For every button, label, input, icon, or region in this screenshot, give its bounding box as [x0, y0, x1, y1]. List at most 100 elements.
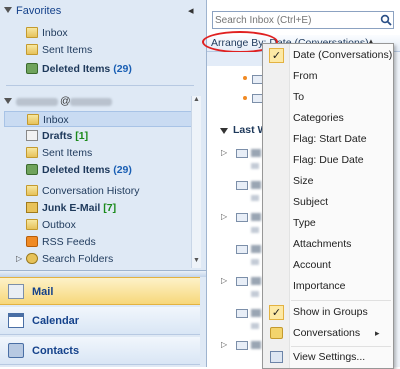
folder-item-search-folders[interactable]: ▷ Search Folders	[4, 251, 200, 267]
view-settings-icon	[270, 351, 283, 363]
menu-item-subject[interactable]: Subject	[263, 192, 393, 213]
scroll-up-arrow[interactable]: ▲	[193, 96, 200, 103]
item-count: [1]	[75, 130, 89, 142]
nav-button-label: Contacts	[32, 345, 80, 357]
sender-blurred	[251, 341, 261, 349]
message-envelope-icon	[236, 245, 248, 254]
folder-item-drafts[interactable]: Drafts [1]	[4, 128, 200, 144]
account-name-blurred	[16, 98, 58, 106]
menu-item-type[interactable]: Type	[263, 213, 393, 234]
collapse-group-icon[interactable]	[220, 128, 228, 134]
menu-item-attachments[interactable]: Attachments	[263, 234, 393, 255]
list-row[interactable]	[207, 52, 267, 66]
folder-icon	[26, 185, 38, 196]
menu-separator	[291, 300, 391, 301]
menu-item-date-conversations[interactable]: ✓ Date (Conversations)	[263, 45, 393, 66]
list-item[interactable]	[207, 178, 267, 208]
list-item[interactable]	[207, 306, 267, 336]
folder-icon	[26, 219, 38, 230]
menu-item-categories[interactable]: Categories	[263, 108, 393, 129]
message-envelope-icon	[236, 181, 248, 190]
menu-item-label: Type	[293, 217, 316, 229]
sender-blurred	[251, 149, 261, 157]
account-collapse-triangle[interactable]	[4, 98, 12, 104]
folder-item-outbox[interactable]: Outbox	[4, 217, 200, 233]
rss-icon	[26, 236, 38, 247]
menu-item-label: View Settings...	[293, 351, 366, 363]
menu-item-label: Size	[293, 175, 314, 187]
search-icon[interactable]	[380, 14, 392, 26]
menu-item-view-settings[interactable]: View Settings...	[263, 347, 393, 368]
unread-count: (29)	[113, 63, 132, 75]
sender-blurred	[251, 245, 261, 253]
favorites-item-deleted-items[interactable]: Deleted Items (29)	[4, 61, 200, 77]
nav-button-label: Calendar	[32, 315, 80, 327]
menu-item-account[interactable]: Account	[263, 255, 393, 276]
list-item[interactable]	[207, 242, 267, 272]
account-header[interactable]: @	[0, 94, 206, 110]
search-box[interactable]	[212, 11, 394, 29]
mail-icon	[8, 284, 24, 299]
menu-item-label: Importance	[293, 280, 346, 292]
expand-arrow-icon[interactable]: ▷	[221, 340, 227, 349]
nav-button-calendar[interactable]: Calendar	[0, 307, 200, 335]
expand-arrow-icon[interactable]: ▷	[221, 276, 227, 285]
favorites-header[interactable]: Favorites ◂	[0, 4, 206, 20]
menu-item-from[interactable]: From	[263, 66, 393, 87]
subject-blurred	[251, 227, 259, 233]
folder-item-sent-items[interactable]: Sent Items	[4, 145, 200, 161]
trash-icon	[26, 63, 38, 74]
folder-item-conversation-history[interactable]: Conversation History	[4, 183, 200, 199]
list-item[interactable]: ▷	[207, 146, 267, 176]
nav-button-mail[interactable]: Mail	[0, 277, 200, 305]
list-item[interactable]: ▷	[207, 210, 267, 240]
folder-item-junk-email[interactable]: Junk E-Mail [7]	[4, 200, 200, 216]
menu-item-label: Show in Groups	[293, 306, 368, 318]
menu-item-flag-due-date[interactable]: Flag: Due Date	[263, 150, 393, 171]
menu-item-label: Flag: Start Date	[293, 133, 367, 145]
checked-icon: ✓	[269, 48, 284, 63]
menu-item-flag-start-date[interactable]: Flag: Start Date	[263, 129, 393, 150]
favorites-title: Favorites	[16, 5, 62, 17]
message-envelope-icon	[236, 277, 248, 286]
scroll-down-arrow[interactable]: ▼	[193, 257, 200, 264]
expand-arrow-icon[interactable]: ▷	[221, 148, 227, 157]
folder-item-label: Junk E-Mail	[42, 202, 101, 214]
favorites-item-label: Inbox	[42, 27, 68, 39]
folder-item-deleted-items[interactable]: Deleted Items (29)	[4, 162, 200, 178]
message-envelope-icon	[236, 309, 248, 318]
favorites-item-sent-items[interactable]: Sent Items	[4, 42, 200, 58]
pane-splitter[interactable]	[0, 270, 206, 277]
list-item[interactable]: ▷	[207, 338, 267, 366]
folder-pane-scrollbar[interactable]: ▲ ▼	[191, 96, 201, 268]
menu-item-label: Conversations	[293, 327, 361, 339]
folder-item-inbox[interactable]: Inbox	[4, 111, 200, 127]
checked-icon: ✓	[269, 305, 284, 320]
contacts-icon	[8, 343, 24, 358]
folder-item-rss-feeds[interactable]: RSS Feeds	[4, 234, 200, 250]
expand-arrow-icon[interactable]: ▷	[221, 212, 227, 221]
section-divider	[6, 85, 194, 86]
menu-item-to[interactable]: To	[263, 87, 393, 108]
menu-item-label: Account	[293, 259, 331, 271]
menu-item-show-in-groups[interactable]: ✓ Show in Groups	[263, 302, 393, 323]
calendar-icon	[8, 313, 24, 328]
favorites-item-inbox[interactable]: Inbox	[4, 25, 200, 41]
collapse-pane-icon[interactable]: ◂	[188, 4, 194, 17]
unread-dot-icon	[243, 76, 247, 80]
menu-item-label: Date (Conversations)	[293, 49, 393, 61]
expand-arrow-icon[interactable]: ▷	[16, 251, 24, 267]
favorites-collapse-triangle[interactable]	[4, 7, 12, 13]
folder-icon	[26, 44, 38, 55]
menu-item-label: Flag: Due Date	[293, 154, 364, 166]
junk-mail-icon	[26, 202, 38, 213]
folder-item-label: Sent Items	[42, 147, 93, 159]
list-item[interactable]: ▷	[207, 274, 267, 304]
subject-blurred	[251, 323, 259, 329]
menu-item-importance[interactable]: Importance	[263, 276, 393, 297]
nav-button-contacts[interactable]: Contacts	[0, 337, 200, 365]
menu-item-conversations[interactable]: Conversations ▸	[263, 323, 393, 344]
menu-item-size[interactable]: Size	[263, 171, 393, 192]
sender-blurred	[251, 277, 261, 285]
search-input[interactable]	[215, 13, 370, 27]
